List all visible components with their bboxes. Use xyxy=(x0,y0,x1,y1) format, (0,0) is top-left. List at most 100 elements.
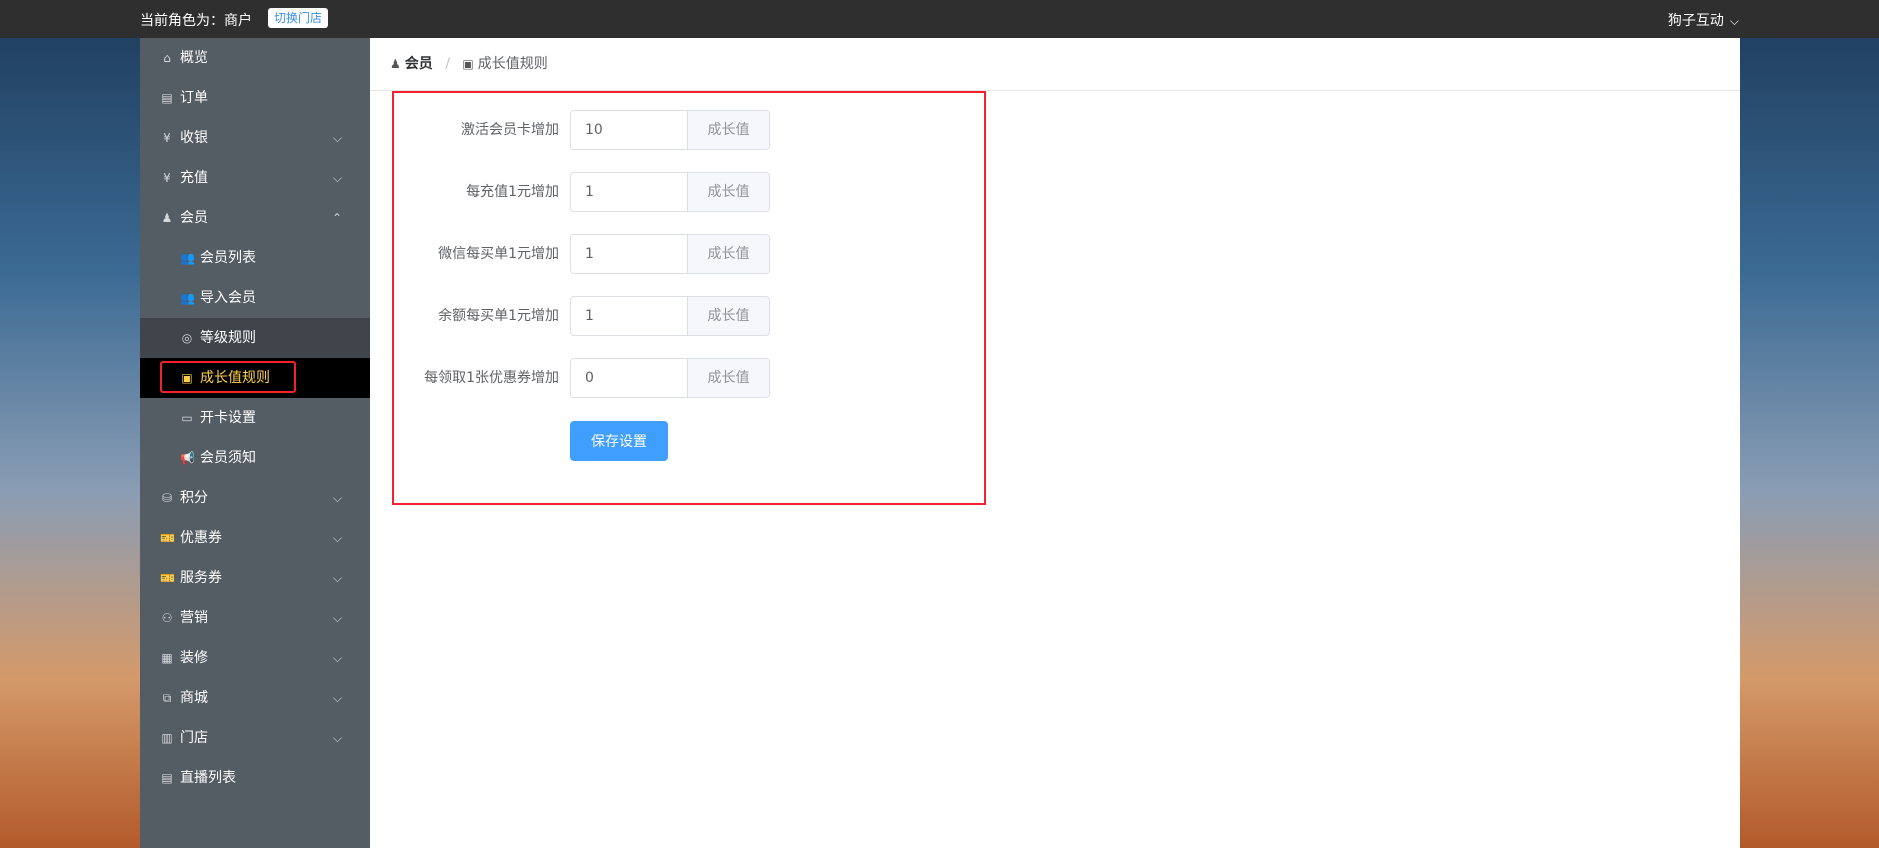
breadcrumb-current: ▣ 成长值规则 xyxy=(462,56,547,72)
sidebar-item-decoration[interactable]: ▦ 装修 ⌵ xyxy=(140,638,370,678)
breadcrumb-separator: / xyxy=(445,56,450,72)
sidebar-item-label: 门店 xyxy=(180,730,208,746)
sidebar-item-label: 收银 xyxy=(180,130,208,146)
sidebar-subitem-growth-rules[interactable]: ▣ 成长值规则 xyxy=(140,358,370,398)
cashier-icon: ¥ xyxy=(163,131,171,145)
member-icon: ♟ xyxy=(161,211,173,225)
sidebar-item-marketing[interactable]: ⚇ 营销 ⌵ xyxy=(140,598,370,638)
users-icon: 👥 xyxy=(180,251,195,265)
form-label: 余额每买单1元增加 xyxy=(438,308,559,324)
user-menu[interactable]: 狗子互动 ⌵ xyxy=(1668,10,1739,30)
sidebar-subitem-card-settings[interactable]: ▭ 开卡设置 xyxy=(140,398,370,438)
input-group: 成长值 xyxy=(570,358,770,398)
live-list-icon: ▤ xyxy=(161,771,173,785)
growth-rules-form: 激活会员卡增加 成长值 每充值1元增加 成长值 微信每买单1元增加 成长值 余额… xyxy=(392,91,986,505)
recharge-icon: ¥ xyxy=(163,171,171,185)
sidebar-item-live-list[interactable]: ▤ 直播列表 xyxy=(140,758,370,798)
form-label: 每领取1张优惠券增加 xyxy=(424,370,559,386)
breadcrumb-parent-label: 会员 xyxy=(404,56,433,72)
wechat-pay-growth-input[interactable] xyxy=(571,235,687,273)
form-label: 激活会员卡增加 xyxy=(461,122,559,138)
breadcrumb: ♟ 会员 / ▣ 成长值规则 xyxy=(370,38,1740,91)
unit-append: 成长值 xyxy=(687,235,769,273)
sidebar-item-label: 优惠券 xyxy=(180,530,222,546)
sidebar-item-label: 商城 xyxy=(180,690,208,706)
save-settings-button[interactable]: 保存设置 xyxy=(570,421,668,461)
member-icon: ♟ xyxy=(390,57,401,71)
sidebar-item-overview[interactable]: ⌂ 概览 xyxy=(140,38,370,78)
sidebar-item-label: 服务券 xyxy=(180,570,222,586)
coupon-icon: 🎫 xyxy=(160,531,175,545)
sidebar-item-member[interactable]: ♟ 会员 ⌃ xyxy=(140,198,370,238)
sidebar: ⌂ 概览 ▤ 订单 ¥ 收银 ⌵ ¥ 充值 ⌵ ♟ 会员 ⌃ 👥 会员列表 👥 导入会员 ◎ 等… xyxy=(140,38,370,848)
unit-append: 成长值 xyxy=(687,297,769,335)
sidebar-item-recharge[interactable]: ¥ 充值 ⌵ xyxy=(140,158,370,198)
service-ticket-icon: 🎫 xyxy=(160,571,175,585)
chevron-down-icon: ⌵ xyxy=(1729,14,1739,28)
top-bar: 当前角色为：商户 切换门店 狗子互动 ⌵ xyxy=(0,0,1879,38)
sidebar-item-label: 会员须知 xyxy=(200,450,256,466)
sidebar-subitem-grade-rules[interactable]: ◎ 等级规则 xyxy=(140,318,370,358)
sidebar-item-label: 订单 xyxy=(180,90,208,106)
chevron-down-icon: ⌵ xyxy=(332,611,342,625)
sidebar-item-coupon[interactable]: 🎫 优惠券 ⌵ xyxy=(140,518,370,558)
chevron-down-icon: ⌵ xyxy=(332,651,342,665)
badge-icon: ◎ xyxy=(181,331,193,345)
balance-pay-growth-input[interactable] xyxy=(571,297,687,335)
chevron-down-icon: ⌵ xyxy=(332,731,342,745)
breadcrumb-current-label: 成长值规则 xyxy=(477,56,548,72)
claim-coupon-growth-input[interactable] xyxy=(571,359,687,397)
growth-icon: ▣ xyxy=(462,57,474,71)
chevron-down-icon: ⌵ xyxy=(332,131,342,145)
home-icon: ⌂ xyxy=(163,51,171,65)
sidebar-item-label: 装修 xyxy=(180,650,208,666)
sidebar-item-label: 成长值规则 xyxy=(200,370,270,386)
sidebar-item-label: 营销 xyxy=(180,610,208,626)
sidebar-item-orders[interactable]: ▤ 订单 xyxy=(140,78,370,118)
current-role-text: 当前角色为：商户 xyxy=(140,13,252,29)
input-group: 成长值 xyxy=(570,110,770,150)
sidebar-subitem-member-list[interactable]: 👥 会员列表 xyxy=(140,238,370,278)
mall-icon: ⧉ xyxy=(162,691,172,705)
form-label: 微信每买单1元增加 xyxy=(438,246,559,262)
sidebar-item-points[interactable]: ⛁ 积分 ⌵ xyxy=(140,478,370,518)
notice-icon: 📢 xyxy=(180,451,195,465)
input-group: 成长值 xyxy=(570,172,770,212)
import-users-icon: 👥 xyxy=(180,291,195,305)
recharge-growth-input[interactable] xyxy=(571,173,687,211)
form-row-activate-card: 激活会员卡增加 成长值 xyxy=(394,110,984,150)
growth-icon: ▣ xyxy=(181,371,193,385)
unit-append: 成长值 xyxy=(687,173,769,211)
unit-append: 成长值 xyxy=(687,359,769,397)
sidebar-item-store[interactable]: ▥ 门店 ⌵ xyxy=(140,718,370,758)
main-content: ♟会员 / ▣成长值规则 激活会员卡增加 成长值 每充值1元增加 成长值 微信每… xyxy=(370,38,1740,848)
sidebar-subitem-member-notice[interactable]: 📢 会员须知 xyxy=(140,438,370,478)
sidebar-item-label: 开卡设置 xyxy=(200,410,256,426)
sidebar-item-cashier[interactable]: ¥ 收银 ⌵ xyxy=(140,118,370,158)
chevron-down-icon: ⌵ xyxy=(332,491,342,505)
input-group: 成长值 xyxy=(570,234,770,274)
sidebar-item-service-ticket[interactable]: 🎫 服务券 ⌵ xyxy=(140,558,370,598)
sidebar-item-label: 会员 xyxy=(180,210,208,226)
switch-store-button[interactable]: 切换门店 xyxy=(268,8,329,28)
document-icon: ▤ xyxy=(161,91,173,105)
sidebar-item-label: 概览 xyxy=(180,50,208,66)
sidebar-item-label: 等级规则 xyxy=(200,330,256,346)
user-name: 狗子互动 xyxy=(1667,13,1724,29)
form-label: 每充值1元增加 xyxy=(466,184,559,200)
breadcrumb-parent[interactable]: ♟ 会员 xyxy=(390,56,437,72)
form-row-balance-pay-per-yuan: 余额每买单1元增加 成长值 xyxy=(394,296,984,336)
input-group: 成长值 xyxy=(570,296,770,336)
sidebar-item-mall[interactable]: ⧉ 商城 ⌵ xyxy=(140,678,370,718)
sidebar-subitem-import-member[interactable]: 👥 导入会员 xyxy=(140,278,370,318)
form-row-wechat-pay-per-yuan: 微信每买单1元增加 成长值 xyxy=(394,234,984,274)
sidebar-item-label: 直播列表 xyxy=(180,770,236,786)
marketing-icon: ⚇ xyxy=(161,611,173,625)
sidebar-item-label: 积分 xyxy=(180,490,208,506)
decoration-icon: ▦ xyxy=(161,651,173,665)
activate-card-growth-input[interactable] xyxy=(571,111,687,149)
card-icon: ▭ xyxy=(181,411,193,425)
sidebar-item-label: 导入会员 xyxy=(200,290,256,306)
sidebar-item-label: 会员列表 xyxy=(200,250,256,266)
chevron-down-icon: ⌵ xyxy=(332,691,342,705)
